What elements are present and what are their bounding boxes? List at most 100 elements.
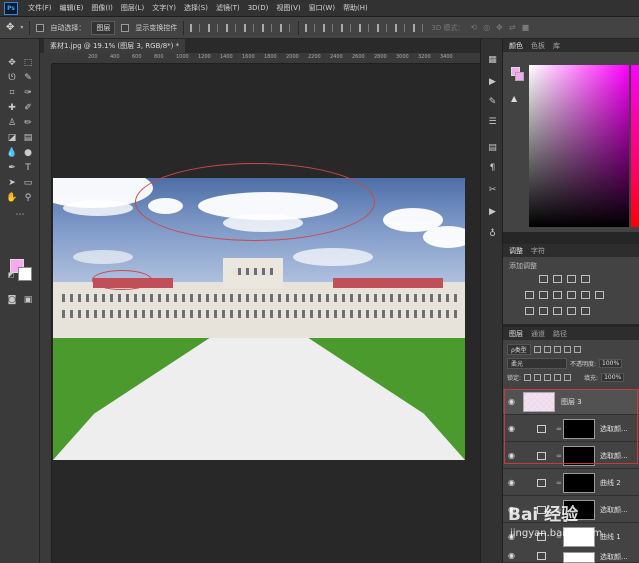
menu-filter[interactable]: 滤镜(T)	[212, 3, 244, 13]
horizontal-ruler[interactable]: 200 400 600 800 1000 1200 1400 1600 1800…	[52, 53, 480, 64]
menu-file[interactable]: 文件(F)	[24, 3, 56, 13]
background-color-swatch[interactable]	[18, 267, 32, 281]
filter-shape-icon[interactable]	[563, 346, 571, 353]
filter-pixel-icon[interactable]	[533, 346, 541, 353]
tools-preset-icon[interactable]: ✂	[487, 185, 498, 196]
exposure-icon[interactable]	[581, 275, 590, 283]
show-transform-checkbox[interactable]	[121, 23, 130, 32]
layer-row-curves-2[interactable]: ◉ ∞ 曲线 2	[503, 470, 639, 496]
actions-icon[interactable]: ▶	[487, 77, 498, 88]
history-brush-tool-icon[interactable]: ✏	[21, 117, 35, 129]
healing-brush-tool-icon[interactable]: ✚	[5, 102, 19, 114]
tab-character[interactable]: 字符	[531, 246, 545, 256]
filter-type-icon[interactable]	[553, 346, 561, 353]
lasso-tool-icon[interactable]: ᘎ	[5, 72, 19, 84]
screen-mode-icon[interactable]: ▣	[21, 294, 35, 306]
color-picker-field[interactable]	[529, 65, 629, 227]
align-bottom-icon[interactable]	[280, 23, 291, 32]
tab-paths[interactable]: 路径	[553, 329, 567, 339]
curves-icon[interactable]	[567, 275, 576, 283]
levels-icon[interactable]	[553, 275, 562, 283]
tab-channels[interactable]: 通道	[531, 329, 545, 339]
align-left-icon[interactable]	[190, 23, 201, 32]
document-tab[interactable]: 素材1.jpg @ 19.1% (图层 3, RGB/8*) *	[44, 39, 186, 53]
blur-tool-icon[interactable]: 💧	[5, 147, 19, 159]
paragraph-icon[interactable]: ¶	[487, 163, 498, 174]
align-center-icon[interactable]	[208, 23, 219, 32]
3d-pan-icon[interactable]: ✥	[496, 23, 503, 32]
distribute-left-icon[interactable]	[359, 23, 370, 32]
layer-mask-thumbnail[interactable]	[563, 473, 595, 493]
filter-smart-object-icon[interactable]	[573, 346, 581, 353]
vibrance-icon[interactable]	[525, 291, 534, 299]
hue-slider[interactable]	[631, 65, 639, 227]
opacity-input[interactable]: 100%	[599, 359, 623, 368]
info-icon[interactable]: ▤	[487, 143, 498, 154]
distribute-right-icon[interactable]	[395, 23, 406, 32]
visibility-eye-icon[interactable]: ◉	[508, 478, 515, 487]
path-select-tool-icon[interactable]: ➤	[5, 177, 19, 189]
align-right-icon[interactable]	[226, 23, 237, 32]
hand-tool-icon[interactable]: ✋	[5, 192, 19, 204]
zoom-tool-icon[interactable]: ⚲	[21, 192, 35, 204]
distribute-middle-icon[interactable]	[323, 23, 334, 32]
color-panel-background[interactable]	[515, 72, 524, 81]
auto-align-icon[interactable]	[413, 23, 424, 32]
shape-tool-icon[interactable]: ▭	[21, 177, 35, 189]
crop-tool-icon[interactable]: ⌗	[5, 87, 19, 99]
layer-filter-dropdown[interactable]: ρ类型	[507, 344, 531, 355]
gradient-tool-icon[interactable]: ▤	[21, 132, 35, 144]
align-middle-icon[interactable]	[262, 23, 273, 32]
dodge-tool-icon[interactable]: ●	[21, 147, 35, 159]
tab-color[interactable]: 颜色	[509, 41, 523, 51]
lock-pixels-icon[interactable]	[534, 374, 542, 381]
lock-artboard-icon[interactable]	[554, 374, 562, 381]
filter-adjustment-icon[interactable]	[543, 346, 551, 353]
color-balance-icon[interactable]	[553, 291, 562, 299]
brush-settings-icon[interactable]: ✎	[487, 97, 498, 108]
tab-adjustments[interactable]: 调整	[509, 246, 523, 256]
lock-all-icon[interactable]	[564, 374, 572, 381]
invert-icon[interactable]	[525, 307, 534, 315]
vertical-ruler[interactable]	[40, 64, 52, 563]
more-tools-icon[interactable]: ⋯	[13, 209, 27, 221]
distribute-bottom-icon[interactable]	[341, 23, 352, 32]
gamut-warning-icon[interactable]: ▲	[511, 94, 517, 103]
brush-tool-icon[interactable]: ✐	[21, 102, 35, 114]
default-colors-icon[interactable]: ◩	[4, 269, 18, 281]
lock-transparent-icon[interactable]	[524, 374, 532, 381]
blend-mode-dropdown[interactable]: 柔光	[507, 358, 567, 369]
gradient-map-icon[interactable]	[567, 307, 576, 315]
quick-mask-icon[interactable]: ◙	[5, 294, 19, 306]
menu-image[interactable]: 图像(I)	[87, 3, 117, 13]
align-top-icon[interactable]	[244, 23, 255, 32]
3d-slide-icon[interactable]: ⇄	[509, 23, 516, 32]
move-tool-icon[interactable]: ✥	[6, 22, 14, 33]
type-tool-icon[interactable]: T	[21, 162, 35, 174]
3d-roll-icon[interactable]: ◎	[483, 23, 490, 32]
lock-position-icon[interactable]	[544, 374, 552, 381]
auto-select-dropdown[interactable]: 图层	[91, 20, 116, 35]
selective-color-icon[interactable]	[581, 307, 590, 315]
distribute-center-icon[interactable]	[377, 23, 388, 32]
tab-layers[interactable]: 图层	[509, 329, 523, 339]
quick-select-tool-icon[interactable]: ✎	[21, 72, 35, 84]
brightness-icon[interactable]	[539, 275, 548, 283]
menu-layer[interactable]: 图层(L)	[117, 3, 148, 13]
timeline-icon[interactable]: ▶	[487, 207, 498, 218]
ruler-origin[interactable]	[40, 53, 52, 64]
hue-saturation-icon[interactable]	[539, 291, 548, 299]
threshold-icon[interactable]	[553, 307, 562, 315]
menu-select[interactable]: 选择(S)	[180, 3, 212, 13]
eyedropper-tool-icon[interactable]: ✑	[21, 87, 35, 99]
menu-view[interactable]: 视图(V)	[272, 3, 304, 13]
tab-libraries[interactable]: 库	[553, 41, 560, 51]
menu-3d[interactable]: 3D(D)	[244, 4, 273, 12]
photo-filter-icon[interactable]	[581, 291, 590, 299]
marquee-tool-icon[interactable]: ⬚	[21, 57, 35, 69]
layer-name[interactable]: 曲线 2	[600, 478, 621, 488]
menu-edit[interactable]: 编辑(E)	[56, 3, 88, 13]
link-icon[interactable]: ∞	[556, 479, 562, 487]
menu-help[interactable]: 帮助(H)	[339, 3, 372, 13]
tab-swatches[interactable]: 色板	[531, 41, 545, 51]
